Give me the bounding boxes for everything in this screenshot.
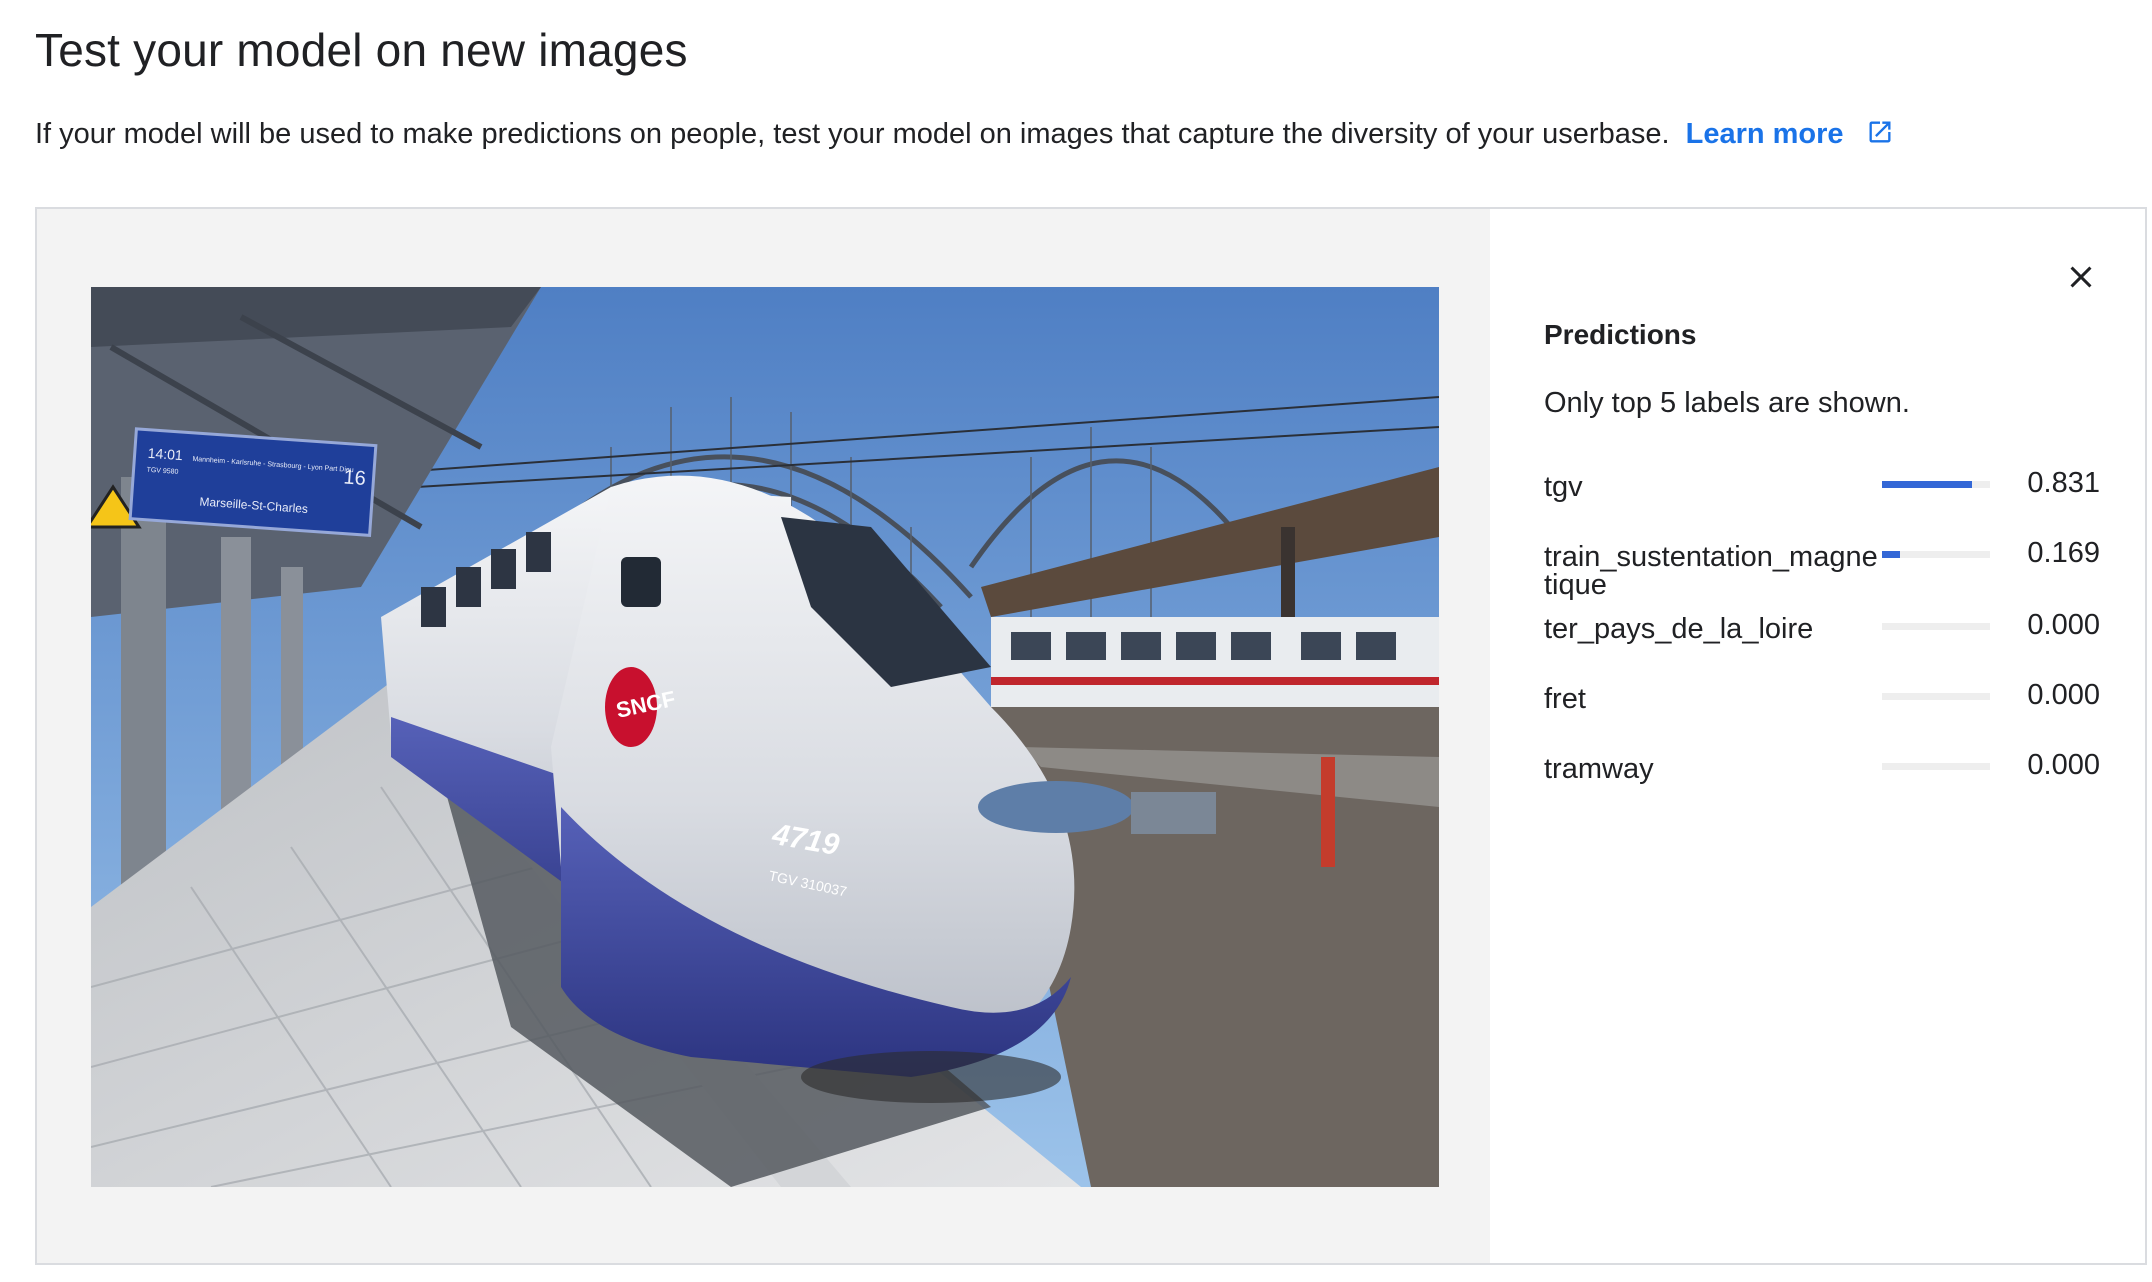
open-in-new-icon[interactable] (1866, 118, 1894, 146)
predictions-panel: Predictions Only top 5 labels are shown.… (1490, 209, 2145, 1263)
prediction-label: tramway (1544, 753, 1654, 785)
prediction-bar (1882, 481, 1990, 488)
test-model-page: Test your model on new images If your mo… (0, 0, 2152, 1282)
prediction-score: 0.000 (2027, 679, 2100, 711)
prediction-row: ter_pays_de_la_loire 0.000 (1544, 603, 2104, 673)
prediction-row: train_sustentation_magnetique 0.169 (1544, 531, 2104, 601)
learn-more-link[interactable]: Learn more (1686, 118, 1844, 150)
prediction-bar-fill (1882, 551, 1901, 558)
board-platform: 16 (343, 466, 367, 489)
prediction-label: tgv (1544, 471, 1583, 503)
prediction-row: tramway 0.000 (1544, 743, 2104, 813)
close-icon (2070, 266, 2092, 288)
prediction-bar (1882, 551, 1990, 558)
prediction-bar (1882, 693, 1990, 700)
prediction-score: 0.000 (2027, 749, 2100, 781)
page-description: If your model will be used to make predi… (35, 114, 1894, 154)
prediction-label: fret (1544, 683, 1586, 715)
prediction-label: train_sustentation_magnetique (1544, 541, 1878, 601)
prediction-row: tgv 0.831 (1544, 461, 2104, 531)
prediction-label: ter_pays_de_la_loire (1544, 613, 1814, 645)
prediction-score: 0.169 (2027, 537, 2100, 569)
test-card: 14:01 TGV 9580 Mannheim - Karlsruhe - St… (35, 207, 2147, 1265)
description-text: If your model will be used to make predi… (35, 118, 1670, 150)
board-time: 14:01 (147, 445, 183, 463)
prediction-bar-fill (1882, 481, 1972, 488)
page-title: Test your model on new images (35, 24, 688, 76)
uploaded-image: 14:01 TGV 9580 Mannheim - Karlsruhe - St… (91, 287, 1439, 1187)
prediction-row: fret 0.000 (1544, 673, 2104, 743)
prediction-score: 0.831 (2027, 467, 2100, 499)
prediction-bar (1882, 623, 1990, 630)
predictions-note: Only top 5 labels are shown. (1544, 387, 1910, 419)
predictions-title: Predictions (1544, 319, 1697, 350)
prediction-score: 0.000 (2027, 609, 2100, 641)
image-preview-pane: 14:01 TGV 9580 Mannheim - Karlsruhe - St… (37, 209, 1490, 1263)
prediction-bar (1882, 763, 1990, 770)
close-button[interactable] (2053, 249, 2109, 305)
